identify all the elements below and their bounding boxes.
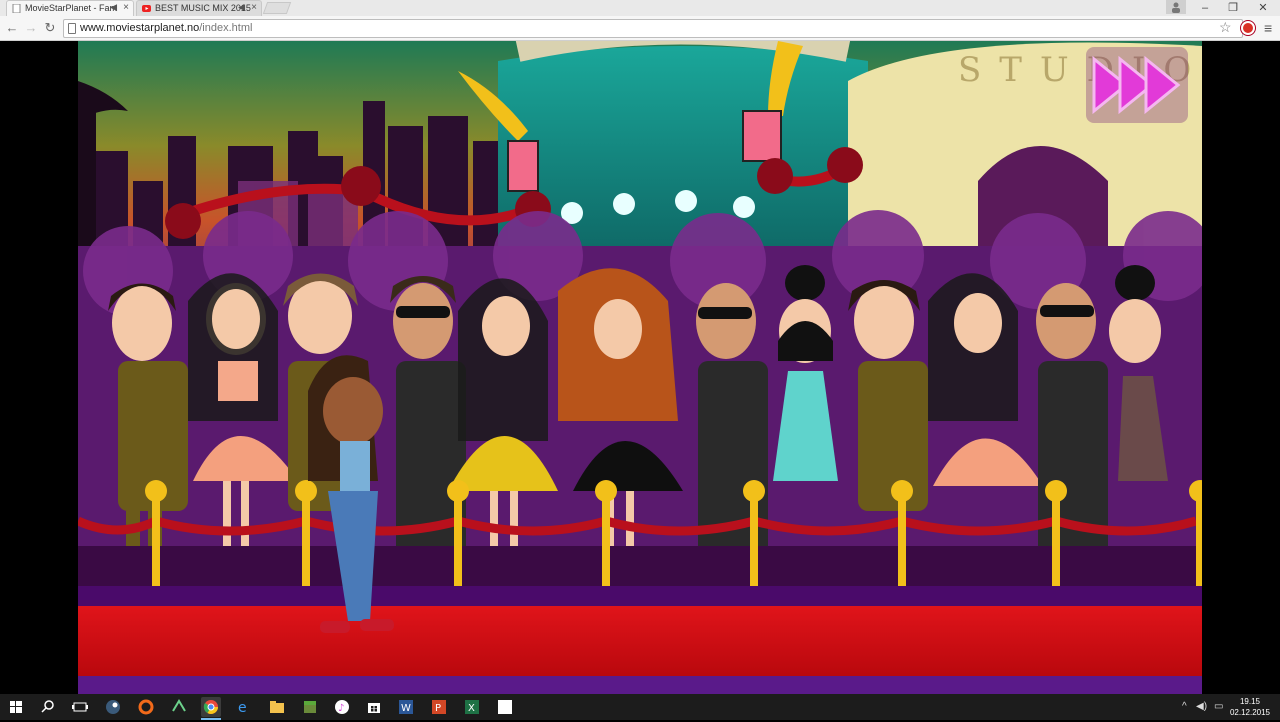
svg-text:P: P xyxy=(435,703,441,714)
svg-text:X: X xyxy=(468,703,475,714)
app-icon[interactable] xyxy=(169,697,189,717)
steam-icon[interactable] xyxy=(103,697,123,717)
red-carpet xyxy=(78,606,1202,676)
url-path: /index.html xyxy=(199,22,253,34)
fast-forward-icon xyxy=(1092,55,1181,115)
page-viewport: STUDIO xyxy=(0,41,1280,694)
svg-text:e: e xyxy=(238,700,247,716)
clock-date: 02.12.2015 xyxy=(1229,708,1271,717)
bookmark-star-icon[interactable]: ☆ xyxy=(1219,19,1232,36)
minimize-icon[interactable]: – xyxy=(1190,0,1220,16)
itunes-icon[interactable]: ♪ xyxy=(332,697,352,717)
network-icon[interactable]: ▭ xyxy=(1214,701,1223,712)
close-icon[interactable]: ✕ xyxy=(1248,0,1278,16)
tray-expand-icon[interactable]: ^ xyxy=(1182,701,1187,712)
skip-intro-button[interactable] xyxy=(1086,47,1188,123)
reload-button[interactable]: ↻ xyxy=(41,19,59,37)
audio-icon[interactable]: ◀ xyxy=(238,2,245,13)
volume-icon[interactable]: ◀) xyxy=(1196,701,1207,712)
forward-button[interactable]: → xyxy=(22,19,40,37)
address-bar[interactable]: www.moviestarplanet.no/index.html xyxy=(63,19,1243,38)
tab-title: MovieStarPlanet - Fam xyxy=(25,3,118,13)
edge-icon[interactable]: e xyxy=(234,697,254,717)
audio-icon[interactable]: ◀ xyxy=(110,2,117,13)
page-icon xyxy=(12,3,21,14)
red-carpet-scene: STUDIO xyxy=(78,41,1202,694)
store-icon[interactable] xyxy=(364,697,384,717)
excel-icon[interactable]: X xyxy=(462,697,482,717)
tab-title: BEST MUSIC MIX 2015 xyxy=(155,3,251,13)
blank-window-icon[interactable] xyxy=(495,697,515,717)
clock-time: 19.15 xyxy=(1239,697,1261,706)
user-profile-icon[interactable] xyxy=(1166,0,1186,14)
svg-text:♪: ♪ xyxy=(338,703,344,714)
tab-music-mix[interactable]: BEST MUSIC MIX 2015 ◀ × xyxy=(136,0,262,16)
windows-taskbar: e ♪ W P X ^ ◀) ▭ 19.15 02.12.2015 xyxy=(0,694,1280,720)
browser-chrome: MovieStarPlanet - Fam ◀ × BEST MUSIC MIX… xyxy=(0,0,1280,41)
chrome-icon[interactable] xyxy=(201,697,221,720)
restore-icon[interactable]: ❐ xyxy=(1218,0,1248,16)
minecraft-icon[interactable] xyxy=(300,697,320,717)
system-clock[interactable]: 19.15 02.12.2015 xyxy=(1226,696,1274,718)
powerpoint-icon[interactable]: P xyxy=(429,697,449,717)
toolbar: ← → ↻ www.moviestarplanet.no/index.html … xyxy=(0,16,1280,41)
svg-text:W: W xyxy=(401,703,411,714)
task-view-icon[interactable] xyxy=(70,697,90,717)
new-tab-button[interactable] xyxy=(262,2,292,14)
menu-icon[interactable]: ≡ xyxy=(1264,20,1272,36)
youtube-icon xyxy=(142,4,151,13)
extension-icon[interactable] xyxy=(1241,21,1255,35)
origin-icon[interactable] xyxy=(136,697,156,717)
file-explorer-icon[interactable] xyxy=(267,697,287,717)
back-button[interactable]: ← xyxy=(3,19,21,37)
game-canvas[interactable]: STUDIO xyxy=(78,41,1202,694)
tab-moviestarplanet[interactable]: MovieStarPlanet - Fam ◀ × xyxy=(6,0,134,16)
close-tab-icon[interactable]: × xyxy=(123,2,129,13)
close-tab-icon[interactable]: × xyxy=(251,2,257,13)
tab-strip: MovieStarPlanet - Fam ◀ × BEST MUSIC MIX… xyxy=(0,0,1280,16)
page-info-icon[interactable] xyxy=(68,23,76,34)
url-domain: www.moviestarplanet.no xyxy=(80,22,200,34)
search-icon[interactable] xyxy=(38,697,58,717)
word-icon[interactable]: W xyxy=(396,697,416,717)
windows-start-icon[interactable] xyxy=(6,697,26,717)
